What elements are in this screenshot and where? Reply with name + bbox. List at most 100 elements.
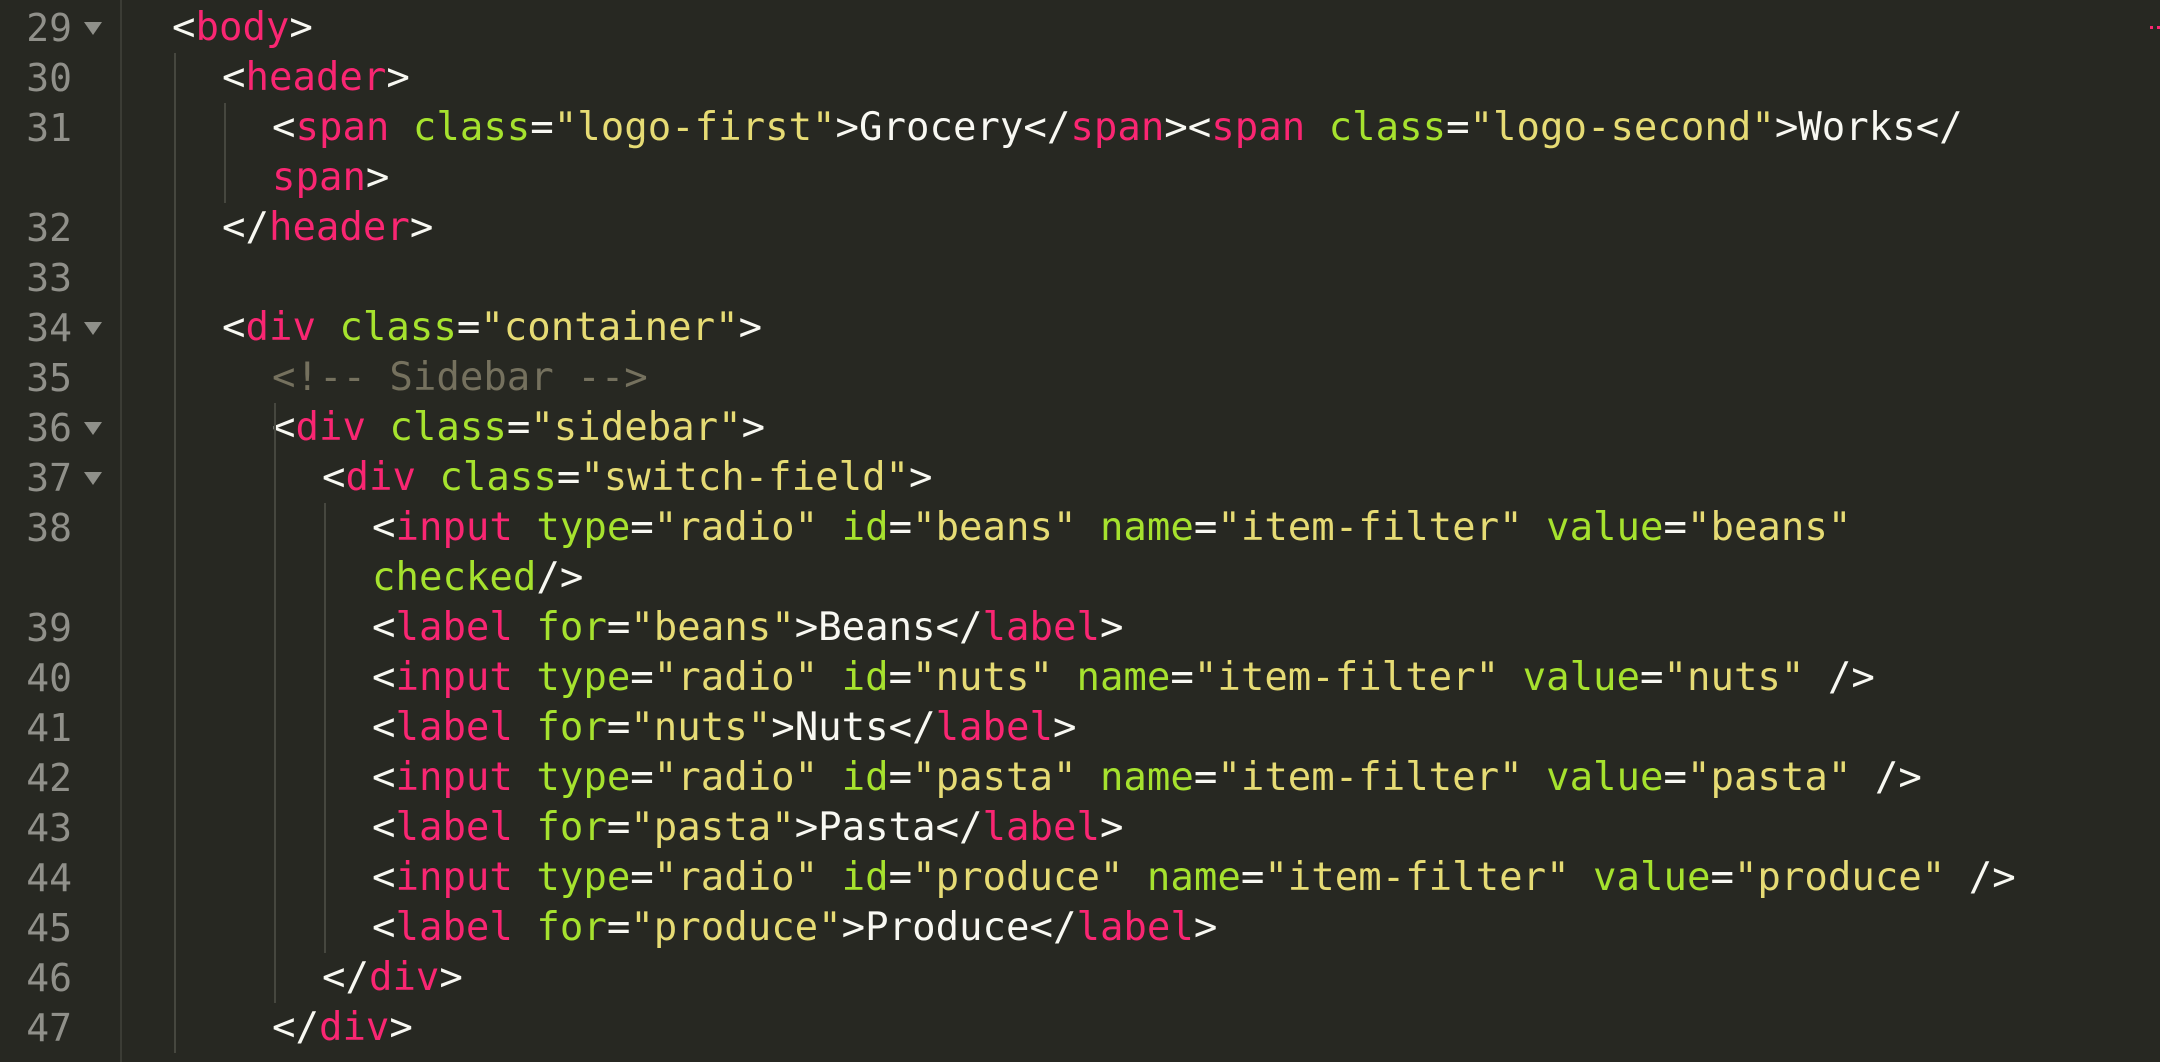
line-number: 42 <box>26 756 72 800</box>
code-text: <input type="radio" id="pasta" name="ite… <box>372 753 1922 803</box>
line-number: 34 <box>26 306 72 350</box>
code-token: <!-- Sidebar --> <box>272 355 648 400</box>
line-number: 45 <box>26 906 72 950</box>
code-token: class <box>339 305 457 350</box>
code-line[interactable]: 47 </div> <box>0 1003 2160 1053</box>
code-token: type <box>536 855 631 900</box>
code-token: div <box>345 455 416 500</box>
code-token: </ <box>935 805 983 850</box>
code-token: = <box>1240 855 1265 900</box>
code-token: </ <box>272 1005 319 1050</box>
code-token: span <box>272 155 366 200</box>
code-line[interactable]: 32 </header> <box>0 203 2160 253</box>
code-token: "pasta" <box>630 805 795 850</box>
code-token: /> <box>1804 655 1875 700</box>
code-token: "pasta" <box>912 755 1077 800</box>
line-number: 37 <box>26 456 72 500</box>
code-token: div <box>368 955 440 1000</box>
code-token: input <box>395 755 513 800</box>
code-token: span <box>1070 105 1165 150</box>
code-token: checked <box>372 555 537 600</box>
code-line[interactable]: 35 <!-- Sidebar --> <box>0 353 2160 403</box>
code-token: Produce <box>865 905 1030 950</box>
code-token: = <box>530 105 554 150</box>
code-token: "logo-second" <box>1469 105 1775 150</box>
code-token: < <box>172 5 196 50</box>
code-token: = <box>606 905 631 950</box>
line-number: 33 <box>26 256 72 300</box>
code-token: = <box>888 855 913 900</box>
code-token: > <box>1099 805 1124 850</box>
code-line[interactable]: 37 <div class="switch-field"> <box>0 453 2160 503</box>
code-token: input <box>395 505 513 550</box>
code-token: "nuts" <box>1663 655 1805 700</box>
code-line-continuation[interactable]: span> <box>0 153 2160 203</box>
code-token: = <box>630 755 654 800</box>
code-line[interactable]: 34 <div class="container"> <box>0 303 2160 353</box>
code-token: > <box>365 155 390 200</box>
line-number: 47 <box>26 1006 72 1050</box>
code-line[interactable]: 36 <div class="sidebar"> <box>0 403 2160 453</box>
code-text: <input type="radio" id="produce" name="i… <box>372 853 2016 903</box>
code-token: header <box>245 55 387 100</box>
fold-arrow-icon[interactable] <box>84 322 102 335</box>
fold-arrow-icon[interactable] <box>84 22 102 35</box>
code-token: "produce" <box>1733 855 1946 900</box>
code-token: "radio" <box>653 755 819 800</box>
code-token: "beans" <box>912 505 1077 550</box>
code-token: > <box>794 605 819 650</box>
code-line[interactable]: 31 <span class="logo-first">Grocery</span… <box>0 103 2160 153</box>
code-token: "produce" <box>912 855 1124 900</box>
code-token: </ <box>322 955 369 1000</box>
code-token: < <box>372 855 396 900</box>
code-text: </header> <box>222 203 433 253</box>
code-token: name <box>1099 755 1194 800</box>
code-token: "container" <box>480 305 739 350</box>
code-token: label <box>982 805 1100 850</box>
code-token: "item-filter" <box>1217 505 1523 550</box>
code-text: <body> <box>172 3 313 53</box>
code-token: Pasta <box>818 805 936 850</box>
code-token: type <box>536 655 631 700</box>
code-token: "beans" <box>630 605 795 650</box>
code-token: < <box>372 655 396 700</box>
code-token: span <box>1211 105 1306 150</box>
code-line[interactable]: 46 </div> <box>0 953 2160 1003</box>
code-token: = <box>506 405 531 450</box>
code-token: = <box>606 605 631 650</box>
fold-arrow-icon[interactable] <box>84 472 102 485</box>
code-token: for <box>536 605 607 650</box>
line-number: 39 <box>26 606 72 650</box>
code-token: = <box>1193 505 1218 550</box>
code-editor[interactable]: 29 <body> 30 <header> 31 <span class="logo-fi… <box>0 0 2160 1062</box>
code-token: = <box>630 505 654 550</box>
line-number: 43 <box>26 806 72 850</box>
code-line[interactable]: 30 <header> <box>0 53 2160 103</box>
code-token: </ <box>1915 105 1963 150</box>
code-token: "radio" <box>653 505 819 550</box>
code-token: "produce" <box>630 905 842 950</box>
code-text: <!-- Sidebar --> <box>272 353 648 403</box>
code-token: div <box>295 405 366 450</box>
line-number: 44 <box>26 856 72 900</box>
code-token: > <box>771 705 795 750</box>
fold-arrow-icon[interactable] <box>84 422 102 435</box>
code-token: < <box>372 705 396 750</box>
code-token: > <box>794 805 819 850</box>
code-line[interactable]: 29 <body> <box>0 3 2160 53</box>
code-token: for <box>536 905 607 950</box>
code-token: </ <box>1029 905 1077 950</box>
line-number: 38 <box>26 506 72 550</box>
code-text: <span class="logo-first">Grocery</span><… <box>272 103 1963 153</box>
code-line[interactable]: 33 <box>0 253 2160 303</box>
code-token: = <box>630 655 654 700</box>
code-token: label <box>935 705 1053 750</box>
